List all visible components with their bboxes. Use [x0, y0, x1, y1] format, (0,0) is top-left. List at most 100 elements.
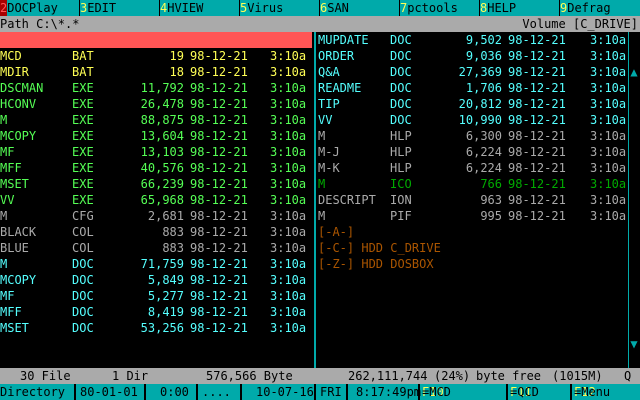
file-time: 3:10a: [590, 65, 627, 79]
file-date: 98-12-21: [190, 257, 248, 271]
divider: [74, 384, 76, 400]
free-label: byte free: [476, 369, 542, 383]
file-time: 3:10a: [590, 113, 627, 127]
file-name: BLACK: [0, 225, 37, 239]
file-name: MF: [0, 289, 15, 303]
file-time: 3:10a: [270, 177, 307, 191]
drive-item[interactable]: [-C-] HDD C_DRIVE: [318, 240, 441, 256]
file-date: 98-12-21: [508, 193, 566, 207]
file-ext: BAT: [72, 49, 94, 63]
file-size: 6,224: [465, 161, 502, 175]
fkey-label: SAN: [327, 1, 349, 15]
file-name: M-K: [318, 161, 340, 175]
fkey-6-san[interactable]: 6 SAN: [320, 0, 400, 16]
file-row[interactable]: M-K HLP 6,224 98-12-21 3:10a: [318, 160, 628, 176]
scrollbar[interactable]: ▲ ▼: [628, 32, 640, 368]
file-row[interactable]: BLACK COL 883 98-12-21 3:10a: [0, 224, 312, 240]
file-date: 98-12-21: [190, 129, 248, 143]
fkey-5-virus[interactable]: 5 Virus: [240, 0, 320, 16]
file-name: DSCMAN: [0, 81, 44, 95]
entry-date: 80-01-01: [80, 385, 138, 399]
file-time: 3:10a: [270, 65, 307, 79]
file-row[interactable]: M EXE 88,875 98-12-21 3:10a: [0, 112, 312, 128]
file-row[interactable]: DESCRIPT ION 963 98-12-21 3:10a: [318, 192, 628, 208]
bottom-info-bar: Directory 80-01-01 0:00 .... 10-07-16 FR…: [0, 384, 640, 400]
file-date: 98-12-21: [190, 113, 248, 127]
file-time: 3:10a: [270, 113, 307, 127]
file-row[interactable]: M DOC 71,759 98-12-21 3:10a: [0, 256, 312, 272]
fkey-7-pctools[interactable]: 7 pctools: [400, 0, 480, 16]
file-ext: DOC: [72, 305, 94, 319]
file-name: MFF: [0, 161, 22, 175]
file-size: 5,277: [147, 289, 184, 303]
function-key-bar: 2 DOCPlay 3 EDIT 4 HVIEW 5 Virus 6 SAN 7 pctoo…: [0, 0, 640, 16]
file-size: 10,990: [458, 113, 502, 127]
file-ext: EXE: [72, 129, 94, 143]
file-time: 3:10a: [270, 193, 307, 207]
file-row[interactable]: ORDER DOC 9,036 98-12-21 3:10a: [318, 48, 628, 64]
file-row[interactable]: MFF DOC 8,419 98-12-21 3:10a: [0, 304, 312, 320]
file-row[interactable]: BLUE COL 883 98-12-21 3:10a: [0, 240, 312, 256]
file-name: README: [318, 81, 362, 95]
file-time: 3:10a: [270, 161, 307, 175]
file-date: 98-12-21: [190, 241, 248, 255]
divider: [418, 384, 420, 400]
file-row[interactable]: DSCMAN EXE 11,792 98-12-21 3:10a: [0, 80, 312, 96]
file-ext: COL: [72, 225, 94, 239]
file-row[interactable]: MF DOC 5,277 98-12-21 3:10a: [0, 288, 312, 304]
file-row[interactable]: VV DOC 10,990 98-12-21 3:10a: [318, 112, 628, 128]
file-row[interactable]: MSET EXE 66,239 98-12-21 3:10a: [0, 176, 312, 192]
file-row[interactable]: M PIF 995 98-12-21 3:10a: [318, 208, 628, 224]
fkey-label: Virus: [247, 1, 284, 15]
scroll-up-arrow-icon[interactable]: ▲: [628, 64, 640, 80]
file-time: 3:10a: [590, 129, 627, 143]
file-row[interactable]: MDIR BAT 18 98-12-21 3:10a: [0, 64, 312, 80]
file-row[interactable]: M-J HLP 6,224 98-12-21 3:10a: [318, 144, 628, 160]
fkey-2-docplay[interactable]: 2 DOCPlay: [0, 0, 80, 16]
divider: [314, 384, 316, 400]
updir-row[interactable]: .. [ Up-Dir ] 80-01-01 12:00a: [0, 32, 312, 111]
file-row[interactable]: MCOPY DOC 5,849 98-12-21 3:10a: [0, 272, 312, 288]
file-row[interactable]: MFF EXE 40,576 98-12-21 3:10a: [0, 160, 312, 176]
file-date: 98-12-21: [190, 97, 248, 111]
file-row[interactable]: MCOPY EXE 13,604 98-12-21 3:10a: [0, 128, 312, 144]
file-ext: DOC: [72, 257, 94, 271]
file-ext: DOC: [72, 273, 94, 287]
file-row[interactable]: HCONV EXE 26,478 98-12-21 3:10a: [0, 96, 312, 112]
file-row[interactable]: MSET DOC 53,256 98-12-21 3:10a: [0, 320, 312, 336]
file-row[interactable]: MF EXE 13,103 98-12-21 3:10a: [0, 144, 312, 160]
file-ext: CFG: [72, 209, 94, 223]
fkey-3-edit[interactable]: 3 EDIT: [80, 0, 160, 16]
file-time: 3:10a: [270, 241, 307, 255]
file-row[interactable]: TIP DOC 20,812 98-12-21 3:10a: [318, 96, 628, 112]
file-time: 3:10a: [590, 193, 627, 207]
file-date: 98-12-21: [508, 209, 566, 223]
divider: [570, 384, 572, 400]
file-time: 3:10a: [590, 177, 627, 191]
fkey-8-help[interactable]: 8 HELP: [480, 0, 560, 16]
current-path: Path C:\*.*: [0, 17, 80, 31]
file-time: 3:10a: [270, 129, 307, 143]
total-bytes: 576,566 Byte: [206, 369, 293, 383]
drive-item[interactable]: [-A-]: [318, 224, 354, 240]
file-row[interactable]: MUPDATE DOC 9,502 98-12-21 3:10a: [318, 32, 628, 48]
drive-item[interactable]: [-Z-] HDD DOSBOX: [318, 256, 434, 272]
file-row[interactable]: VV EXE 65,968 98-12-21 3:10a: [0, 192, 312, 208]
fkey-label: pctools: [407, 1, 458, 15]
file-date: 98-12-21: [190, 305, 248, 319]
file-name: M: [0, 209, 8, 223]
file-row[interactable]: M HLP 6,300 98-12-21 3:10a: [318, 128, 628, 144]
file-row[interactable]: README DOC 1,706 98-12-21 3:10a: [318, 80, 628, 96]
clock: 8:17:49pm: [356, 385, 422, 399]
file-size: 19: [169, 49, 184, 63]
fkey-9-defrag[interactable]: 9 Defrag: [560, 0, 640, 16]
file-row[interactable]: M ICO 766 98-12-21 3:10a: [318, 176, 628, 192]
file-row[interactable]: Q&A DOC 27,369 98-12-21 3:10a: [318, 64, 628, 80]
file-date: 98-12-21: [190, 273, 248, 287]
file-row[interactable]: M CFG 2,681 98-12-21 3:10a: [0, 208, 312, 224]
file-size: 27,369: [458, 65, 502, 79]
fkey-4-hview[interactable]: 4 HVIEW: [160, 0, 240, 16]
file-row[interactable]: MCD BAT 19 98-12-21 3:10a: [0, 48, 312, 64]
scroll-down-arrow-icon[interactable]: ▼: [628, 336, 640, 352]
file-size: 13,103: [140, 145, 184, 159]
